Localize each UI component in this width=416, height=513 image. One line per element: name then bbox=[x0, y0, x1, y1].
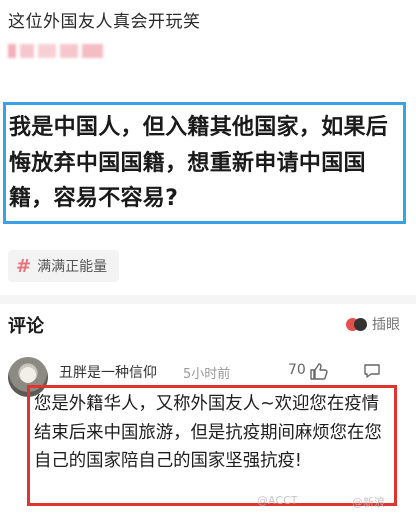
like-count: 70 bbox=[288, 362, 306, 378]
watermark-right: @新浪 bbox=[352, 496, 385, 509]
comment-time: 5小时前 bbox=[183, 367, 231, 382]
insert-eye-button[interactable]: 插眼 bbox=[346, 314, 400, 334]
insert-eye-label: 插眼 bbox=[372, 317, 400, 333]
post-title: 这位外国友人真会开玩笑 bbox=[8, 12, 201, 32]
section-divider bbox=[0, 295, 416, 304]
topic-label: 满满正能量 bbox=[37, 259, 108, 275]
hash-icon: # bbox=[16, 255, 32, 277]
comments-heading: 评论 bbox=[8, 316, 44, 337]
blurred-author-name bbox=[8, 44, 103, 58]
comment-username[interactable]: 丑胖是一种信仰 bbox=[59, 362, 157, 382]
comment-text: 您是外籍华人，又称外国友人~欢迎您在疫情结束后来中国旅游，但是抗疫期间麻烦您在您… bbox=[34, 394, 382, 472]
eyes-emoji-icon bbox=[346, 316, 368, 332]
reply-icon[interactable] bbox=[363, 363, 381, 379]
thumbs-up-icon[interactable] bbox=[309, 362, 329, 380]
topic-tag[interactable]: # 满满正能量 bbox=[8, 250, 120, 282]
watermark-left: @ACCT bbox=[257, 494, 298, 507]
question-text: 我是中国人，但入籍其他国家，如果后悔放弃中国国籍，想重新申请中国国籍，容易不容易… bbox=[9, 115, 389, 211]
